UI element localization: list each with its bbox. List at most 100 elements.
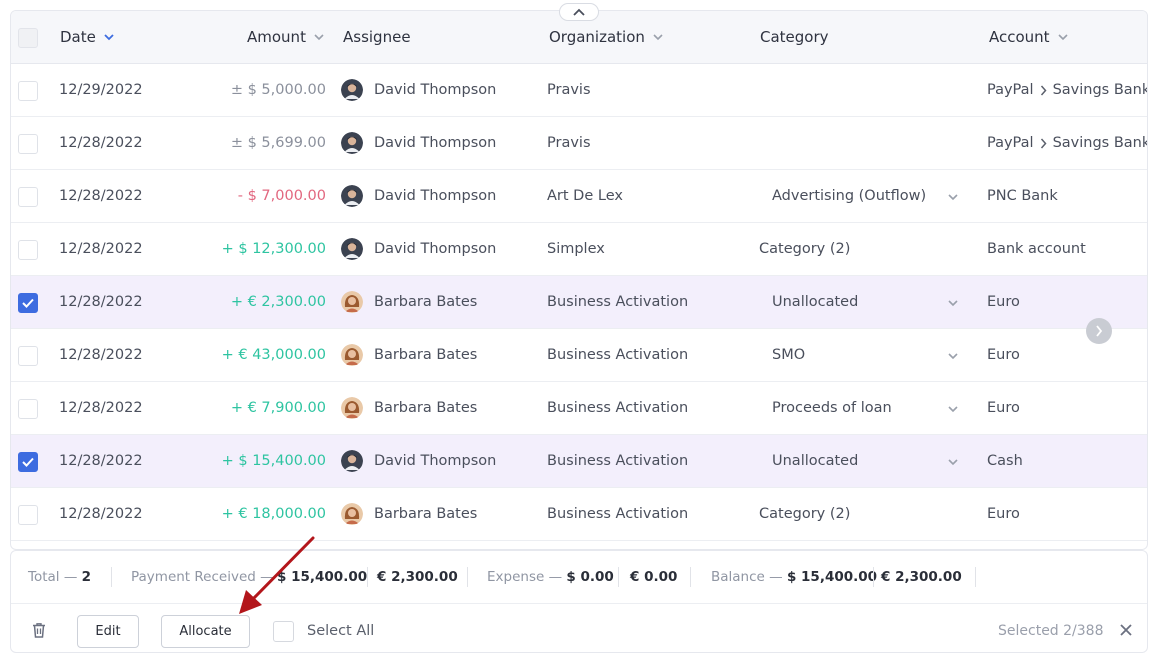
avatar bbox=[341, 344, 363, 366]
row-account: PayPal Savings Bank bbox=[987, 82, 1148, 98]
row-checkbox[interactable] bbox=[18, 452, 38, 472]
row-account: Bank account bbox=[987, 241, 1086, 257]
category-dropdown[interactable]: SMO bbox=[772, 347, 805, 363]
table-row[interactable]: 12/28/2022 ± $ 5,699.00 David Thompson Prav… bbox=[11, 117, 1148, 170]
chevron-down-icon bbox=[1058, 33, 1068, 40]
chevron-down-icon[interactable] bbox=[948, 300, 958, 307]
row-account: Euro bbox=[987, 506, 1020, 522]
header-select-checkbox[interactable] bbox=[18, 28, 38, 48]
collapse-toggle[interactable] bbox=[559, 3, 599, 21]
column-header-account[interactable]: Account bbox=[989, 28, 1068, 46]
chevron-down-icon bbox=[314, 33, 324, 40]
table-row[interactable]: 12/28/2022 + € 2,300.00 Barbara Bates Busin… bbox=[11, 276, 1147, 329]
chevron-right-icon bbox=[1040, 138, 1047, 148]
table-row[interactable]: 12/29/2022 ± $ 5,000.00 David Thompson Prav… bbox=[11, 64, 1148, 117]
payment-received-eur: € 2,300.00 bbox=[377, 569, 458, 585]
row-organization: Art De Lex bbox=[547, 188, 623, 204]
payment-received-total: Payment Received — bbox=[131, 569, 274, 585]
row-account: PayPal Savings Bank bbox=[987, 135, 1148, 151]
edit-button[interactable]: Edit bbox=[77, 615, 139, 648]
payment-received-usd: $ 15,400.00 bbox=[277, 569, 368, 585]
row-assignee: David Thompson bbox=[374, 82, 497, 98]
bulk-actions-panel: Total — 2 Payment Received — $ 15,400.00… bbox=[10, 550, 1148, 653]
chevron-right-icon bbox=[1040, 85, 1047, 95]
chevron-down-icon[interactable] bbox=[948, 353, 958, 360]
actions-bar: Edit Allocate Select All Selected 2/388 bbox=[11, 605, 1147, 653]
row-amount: + $ 15,400.00 bbox=[221, 453, 326, 469]
chevron-down-icon[interactable] bbox=[948, 406, 958, 413]
row-account: Euro bbox=[987, 294, 1020, 310]
table-row[interactable]: 12/28/2022 + € 18,000.00 Barbara Bates Busi… bbox=[11, 488, 1147, 541]
expense-eur: € 0.00 bbox=[630, 569, 678, 585]
row-checkbox[interactable] bbox=[18, 134, 38, 154]
row-assignee: Barbara Bates bbox=[374, 506, 478, 522]
divider bbox=[467, 567, 468, 587]
table-row[interactable]: 12/28/2022- $ 7,000.00 David Thompson Art … bbox=[11, 170, 1147, 223]
row-checkbox[interactable] bbox=[18, 346, 38, 366]
column-header-category[interactable]: Category bbox=[760, 28, 829, 46]
row-checkbox[interactable] bbox=[18, 399, 38, 419]
avatar bbox=[341, 397, 363, 419]
row-organization: Business Activation bbox=[547, 347, 689, 363]
row-account: Euro bbox=[987, 347, 1020, 363]
row-organization: Business Activation bbox=[547, 453, 689, 469]
row-assignee: Barbara Bates bbox=[374, 347, 478, 363]
chevron-down-icon bbox=[653, 33, 663, 40]
table-row[interactable]: 12/28/2022 + $ 12,300.00 David Thompson Sim… bbox=[11, 223, 1147, 276]
avatar bbox=[341, 185, 363, 207]
row-amount: - $ 7,000.00 bbox=[237, 188, 326, 204]
trash-icon[interactable] bbox=[30, 621, 48, 639]
row-assignee: David Thompson bbox=[374, 188, 497, 204]
scroll-right-button[interactable] bbox=[1086, 318, 1112, 344]
chevron-up-icon bbox=[573, 8, 585, 16]
select-all-checkbox[interactable] bbox=[273, 621, 294, 642]
row-organization: Simplex bbox=[547, 241, 605, 257]
total-count: Total — 2 bbox=[28, 569, 92, 585]
chevron-down-icon[interactable] bbox=[948, 194, 958, 201]
avatar bbox=[341, 238, 363, 260]
checkmark-icon bbox=[22, 298, 34, 308]
column-header-organization[interactable]: Organization bbox=[549, 28, 663, 46]
select-all-label[interactable]: Select All bbox=[307, 623, 374, 639]
divider bbox=[690, 567, 691, 587]
row-checkbox[interactable] bbox=[18, 187, 38, 207]
row-checkbox[interactable] bbox=[18, 293, 38, 313]
close-icon[interactable] bbox=[1119, 623, 1133, 637]
balance-eur: € 2,300.00 bbox=[881, 569, 962, 585]
balance-total: Balance — $ 15,400.00 bbox=[711, 569, 878, 585]
category-dropdown[interactable]: Unallocated bbox=[772, 453, 858, 469]
row-assignee: Barbara Bates bbox=[374, 400, 478, 416]
allocate-button[interactable]: Allocate bbox=[161, 615, 250, 648]
category-dropdown[interactable]: Advertising (Outflow) bbox=[772, 188, 926, 204]
row-amount: + $ 12,300.00 bbox=[221, 241, 326, 257]
row-organization: Business Activation bbox=[547, 294, 689, 310]
divider bbox=[975, 567, 976, 587]
avatar bbox=[341, 450, 363, 472]
row-amount: + € 18,000.00 bbox=[221, 506, 326, 522]
table-row[interactable]: 12/28/2022 + € 43,000.00 Barbara Bates Busi… bbox=[11, 329, 1147, 382]
column-header-assignee[interactable]: Assignee bbox=[343, 28, 411, 46]
row-checkbox[interactable] bbox=[18, 505, 38, 525]
row-assignee: David Thompson bbox=[374, 453, 497, 469]
row-amount: + € 2,300.00 bbox=[230, 294, 326, 310]
row-checkbox[interactable] bbox=[18, 81, 38, 101]
divider bbox=[111, 567, 112, 587]
row-account: Cash bbox=[987, 453, 1023, 469]
checkmark-icon bbox=[22, 457, 34, 467]
row-assignee: Barbara Bates bbox=[374, 294, 478, 310]
row-organization: Pravis bbox=[547, 82, 591, 98]
table-row[interactable]: 12/28/2022 + $ 15,400.00 David Thompson Bus… bbox=[11, 435, 1147, 488]
column-header-date[interactable]: Date bbox=[60, 28, 114, 46]
selected-count: Selected 2/388 bbox=[998, 623, 1104, 639]
category-dropdown[interactable]: Unallocated bbox=[772, 294, 858, 310]
divider bbox=[618, 567, 619, 587]
row-organization: Business Activation bbox=[547, 400, 689, 416]
row-amount: + € 43,000.00 bbox=[221, 347, 326, 363]
column-header-amount[interactable]: Amount bbox=[247, 28, 324, 46]
row-assignee: David Thompson bbox=[374, 135, 497, 151]
chevron-down-icon[interactable] bbox=[948, 459, 958, 466]
row-checkbox[interactable] bbox=[18, 240, 38, 260]
table-row[interactable]: 12/28/2022 + € 7,900.00 Barbara Bates Busin… bbox=[11, 382, 1147, 435]
category-dropdown[interactable]: Proceeds of loan bbox=[772, 400, 892, 416]
row-category: Category (2) bbox=[759, 241, 851, 257]
